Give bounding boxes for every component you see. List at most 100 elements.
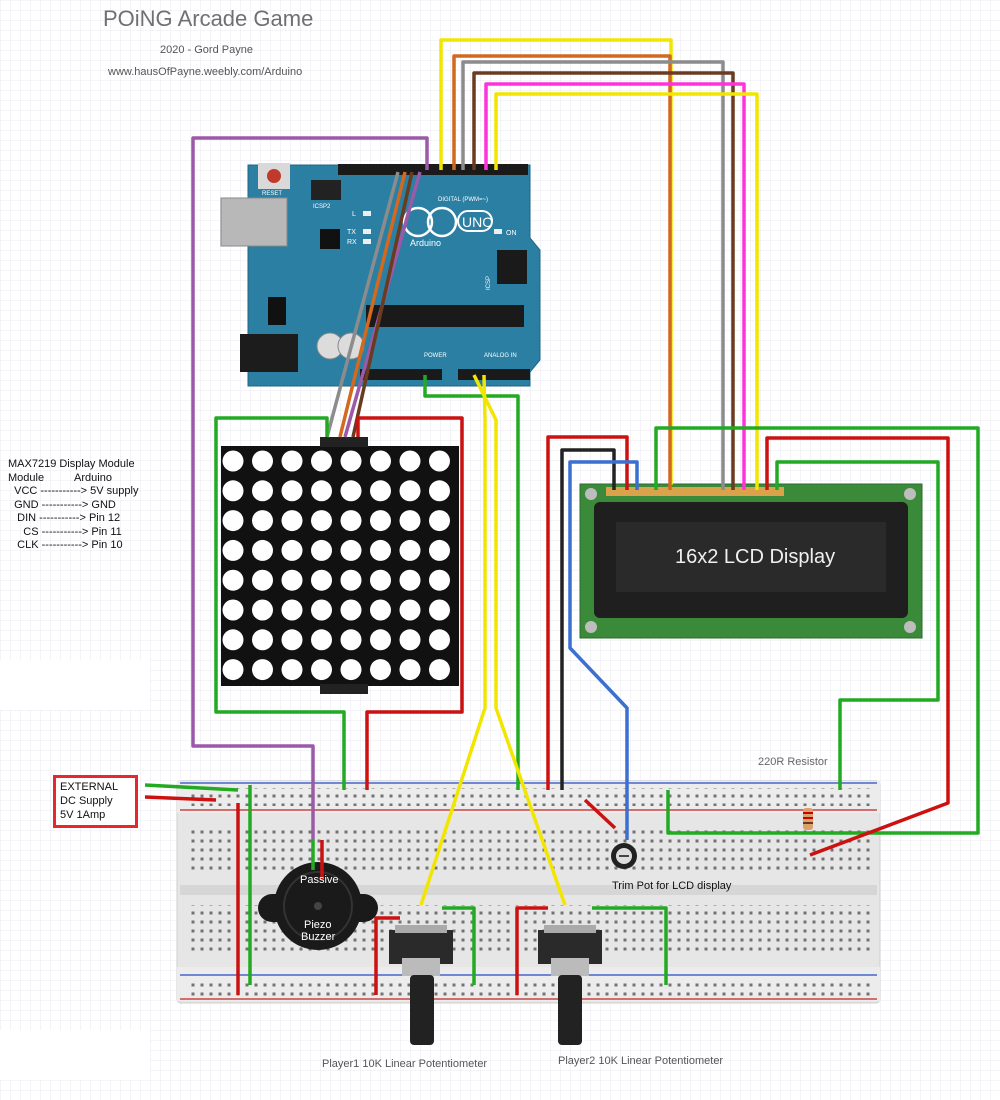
led-dot bbox=[429, 629, 450, 651]
led-dot bbox=[222, 510, 244, 532]
max7219-legend: MAX7219 Display Module Module Arduino VC… bbox=[8, 458, 138, 553]
led-dot bbox=[399, 569, 421, 591]
reset-label: RESET bbox=[262, 191, 282, 197]
blank-patch bbox=[0, 660, 150, 710]
icsp-header bbox=[497, 250, 527, 284]
power-header bbox=[360, 369, 442, 380]
led-dot bbox=[340, 480, 362, 502]
led-dot bbox=[311, 629, 332, 651]
legend-heading: MAX7219 Display Module bbox=[8, 458, 135, 470]
led-dot bbox=[340, 450, 362, 472]
led-dot bbox=[311, 599, 332, 621]
icsp2-header bbox=[311, 180, 341, 200]
led-dot bbox=[370, 539, 391, 561]
usb-port bbox=[220, 197, 288, 247]
legend-row: Module Arduino bbox=[8, 471, 112, 484]
led-dot bbox=[370, 659, 391, 681]
led-dot bbox=[370, 569, 391, 591]
digital-label: DIGITAL (PWM=~) bbox=[438, 197, 488, 203]
legend-row: GND -----------> GND bbox=[8, 498, 116, 511]
led-dot bbox=[340, 569, 362, 591]
uno-label: UNO bbox=[462, 214, 493, 230]
led-dot bbox=[340, 629, 362, 651]
led-dot bbox=[222, 480, 244, 502]
led-dot bbox=[281, 480, 303, 502]
led-dot bbox=[340, 599, 362, 621]
led-dot bbox=[399, 599, 421, 621]
led-dot bbox=[399, 510, 421, 532]
led-dot bbox=[311, 569, 332, 591]
blank-patch bbox=[0, 1030, 150, 1080]
led-dot bbox=[399, 480, 421, 502]
led-dot bbox=[370, 510, 391, 532]
led-dot bbox=[429, 480, 450, 502]
led-dot bbox=[429, 659, 450, 681]
led-dot bbox=[281, 450, 303, 472]
external-supply-line: EXTERNAL bbox=[60, 781, 119, 793]
legend-row: DIN -----------> Pin 12 bbox=[8, 512, 121, 524]
pot1-label: Player1 10K Linear Potentiometer bbox=[322, 1058, 488, 1070]
led-dot bbox=[222, 599, 244, 621]
power-label: POWER bbox=[424, 353, 447, 359]
led-dot bbox=[252, 539, 273, 561]
led-dot bbox=[311, 450, 332, 472]
led-dot bbox=[399, 450, 421, 472]
led-dot bbox=[370, 599, 391, 621]
resistor-label: 220R Resistor bbox=[758, 756, 828, 768]
led-dot bbox=[340, 659, 362, 681]
circuit-diagram: RESET ICSP2 UNO Arduino L TX RX ON DIGIT… bbox=[0, 0, 1000, 1100]
led-dot bbox=[252, 599, 273, 621]
led-dot bbox=[281, 510, 303, 532]
buzzer-label-3: Buzzer bbox=[301, 931, 336, 943]
url-text: www.hausOfPayne.weebly.com/Arduino bbox=[108, 66, 303, 78]
trim-pot-label: Trim Pot for LCD display bbox=[612, 880, 732, 892]
external-supply-box: EXTERNAL DC Supply 5V 1Amp bbox=[53, 775, 138, 828]
led-dot bbox=[281, 659, 303, 681]
buzzer-label-2: Piezo bbox=[304, 919, 332, 931]
led-dot bbox=[252, 510, 273, 532]
led-dot bbox=[252, 450, 273, 472]
led-dot bbox=[222, 569, 244, 591]
led-dot bbox=[429, 539, 450, 561]
led-tx-label: TX bbox=[347, 229, 356, 236]
power-jack bbox=[240, 334, 298, 372]
led-dot bbox=[370, 629, 391, 651]
led-dot bbox=[281, 629, 303, 651]
led-dot bbox=[399, 629, 421, 651]
led-dot bbox=[281, 599, 303, 621]
led-matrix bbox=[221, 437, 459, 694]
legend-row: CS -----------> Pin 11 bbox=[8, 525, 122, 538]
analog-header bbox=[458, 369, 530, 380]
led-dot bbox=[222, 450, 244, 472]
led-dot bbox=[222, 659, 244, 681]
led-dot bbox=[252, 659, 273, 681]
led-dot bbox=[222, 629, 244, 651]
led-dot bbox=[252, 629, 273, 651]
led-dot bbox=[370, 450, 391, 472]
icsp-label: ICSP bbox=[486, 276, 492, 290]
led-rx-label: RX bbox=[347, 239, 357, 246]
led-dot bbox=[252, 480, 273, 502]
lcd-text: 16x2 LCD Display bbox=[675, 546, 835, 568]
digital-header bbox=[338, 164, 528, 175]
led-dot bbox=[429, 510, 450, 532]
led-dot bbox=[429, 599, 450, 621]
icsp2-label: ICSP2 bbox=[313, 204, 331, 210]
led-dot bbox=[399, 659, 421, 681]
led-l-label: L bbox=[352, 211, 356, 218]
atmega-chip bbox=[366, 305, 524, 327]
led-dot bbox=[370, 480, 391, 502]
led-dot bbox=[399, 539, 421, 561]
led-dot bbox=[252, 569, 273, 591]
led-dot bbox=[311, 659, 332, 681]
led-dot bbox=[222, 539, 244, 561]
resistor-220r bbox=[803, 808, 813, 830]
credit-text: 2020 - Gord Payne bbox=[160, 44, 253, 56]
analog-label: ANALOG IN bbox=[484, 353, 517, 359]
led-dot bbox=[340, 510, 362, 532]
external-supply-line: DC Supply bbox=[60, 795, 113, 807]
led-dot bbox=[429, 569, 450, 591]
led-on-label: ON bbox=[506, 230, 517, 237]
page-title: POiNG Arcade Game bbox=[103, 6, 314, 31]
led-dot bbox=[311, 510, 332, 532]
